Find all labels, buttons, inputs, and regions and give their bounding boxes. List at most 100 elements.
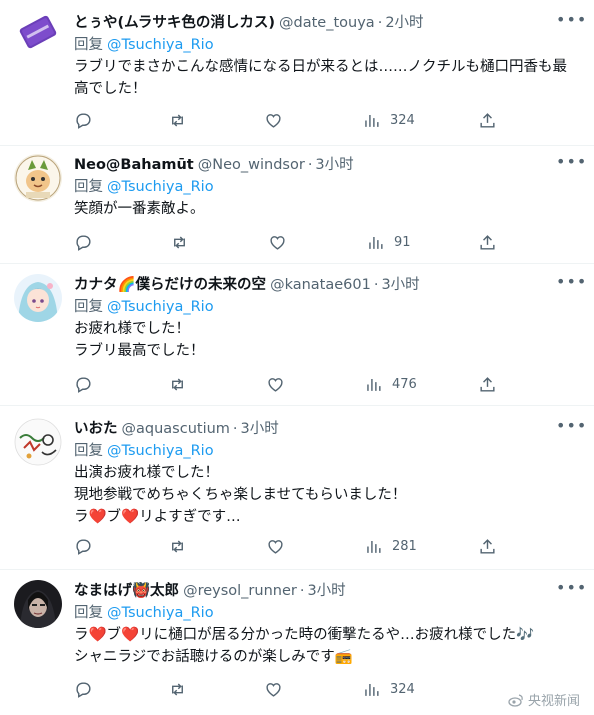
retweet-button[interactable] bbox=[168, 677, 187, 701]
retweet-button[interactable] bbox=[168, 108, 187, 132]
separator-dot: · bbox=[307, 157, 313, 173]
separator-dot: · bbox=[377, 15, 383, 31]
tweet-text-line: ラブリ最高でした！ bbox=[74, 343, 205, 359]
retweet-button[interactable] bbox=[168, 372, 187, 396]
tweet-text-line: ラ❤️ブ❤️リよすぎです… bbox=[74, 509, 241, 525]
reply-mention-link[interactable]: @Tsuchiya_Rio bbox=[107, 179, 214, 195]
share-button[interactable] bbox=[478, 534, 497, 558]
share-icon bbox=[480, 112, 495, 128]
reply-label: 回复 bbox=[74, 443, 103, 459]
reply-feed: とぅや(ムラサキ色の消しカス) @date_touya · 2小时 ••• 回复… bbox=[0, 0, 594, 715]
tweet-text: お疲れ様でした！ ラブリ最高でした！ bbox=[74, 318, 578, 362]
reply-context: 回复 @Tsuchiya_Rio bbox=[74, 34, 578, 56]
avatar[interactable] bbox=[14, 274, 62, 322]
view-count: 91 bbox=[394, 234, 411, 250]
views-button[interactable]: 324 bbox=[362, 677, 415, 701]
share-button[interactable] bbox=[478, 108, 497, 132]
retweet-icon bbox=[174, 235, 185, 249]
reply-icon bbox=[76, 538, 91, 555]
views-button[interactable]: 476 bbox=[364, 372, 417, 396]
share-button[interactable] bbox=[478, 372, 497, 396]
like-icon bbox=[270, 235, 285, 250]
like-button[interactable] bbox=[266, 372, 285, 396]
display-name[interactable]: カナタ🌈僕らだけの未来の空 bbox=[74, 274, 266, 296]
share-icon bbox=[480, 376, 495, 392]
tweet-text-line: ラブリでまさかこんな感情になる日が来るとは……ノクチルも樋口円香も最 bbox=[74, 59, 567, 75]
action-bar: 91 bbox=[74, 230, 504, 254]
tweet-1[interactable]: とぅや(ムラサキ色の消しカス) @date_touya · 2小时 ••• 回复… bbox=[0, 0, 594, 146]
timestamp[interactable]: 3小时 bbox=[307, 580, 345, 602]
display-name[interactable]: Neo@Bahamūt bbox=[74, 154, 194, 176]
watermark: 央视新闻 bbox=[508, 690, 580, 709]
timestamp[interactable]: 2小时 bbox=[385, 12, 423, 34]
retweet-icon bbox=[172, 113, 183, 127]
action-bar: 324 bbox=[74, 108, 504, 132]
display-name[interactable]: なまはげ👹太郎 bbox=[74, 580, 179, 602]
reply-mention-link[interactable]: @Tsuchiya_Rio bbox=[107, 605, 214, 621]
views-button[interactable]: 281 bbox=[364, 534, 417, 558]
anime-girl-avatar-icon bbox=[14, 274, 62, 322]
more-icon[interactable]: ••• bbox=[556, 580, 586, 602]
retweet-button[interactable] bbox=[168, 534, 187, 558]
user-handle[interactable]: @aquascutium bbox=[122, 418, 230, 440]
like-button[interactable] bbox=[268, 230, 287, 254]
retweet-button[interactable] bbox=[170, 230, 189, 254]
reply-label: 回复 bbox=[74, 179, 103, 195]
retweet-icon bbox=[172, 377, 183, 391]
like-button[interactable] bbox=[266, 534, 285, 558]
action-bar: 476 bbox=[74, 372, 504, 396]
views-button[interactable]: 324 bbox=[362, 108, 415, 132]
user-handle[interactable]: @Neo_windsor bbox=[198, 154, 305, 176]
views-icon bbox=[365, 114, 379, 127]
avatar[interactable] bbox=[14, 580, 62, 628]
user-handle[interactable]: @date_touya bbox=[279, 12, 375, 34]
reply-label: 回复 bbox=[74, 299, 103, 315]
user-handle[interactable]: @kanatae601 bbox=[270, 274, 371, 296]
user-handle[interactable]: @reysol_runner bbox=[183, 580, 297, 602]
tweet-text-line: ラ❤️ブ❤️リに樋口が居る分かった時の衝撃たるや…お疲れ様でした🎶 bbox=[74, 627, 535, 643]
tweet-text-line: お疲れ様でした！ bbox=[74, 321, 190, 337]
share-button[interactable] bbox=[478, 230, 497, 254]
tweet-text-line: 出演お疲れ様でした！ bbox=[74, 465, 219, 481]
reply-label: 回复 bbox=[74, 605, 103, 621]
tweet-text-line: 笑顔が一番素敵よ。 bbox=[74, 201, 205, 217]
reply-button[interactable] bbox=[74, 372, 93, 396]
display-name[interactable]: とぅや(ムラサキ色の消しカス) bbox=[74, 12, 275, 34]
reply-icon bbox=[76, 376, 91, 393]
reply-icon bbox=[76, 112, 91, 129]
tweet-text: 出演お疲れ様でした！ 現地参戦でめちゃくちゃ楽しませてもらいました！ ラ❤️ブ❤… bbox=[74, 462, 578, 528]
more-icon[interactable]: ••• bbox=[556, 12, 586, 34]
more-icon[interactable]: ••• bbox=[556, 274, 586, 296]
tweet-text: 笑顔が一番素敵よ。 bbox=[74, 198, 578, 220]
tweet-3[interactable]: カナタ🌈僕らだけの未来の空 @kanatae601 · 3小时 ••• 回复 @T… bbox=[0, 264, 594, 406]
views-icon bbox=[365, 683, 379, 696]
tweet-2[interactable]: Neo@Bahamūt @Neo_windsor · 3小时 ••• 回复 @Ts… bbox=[0, 146, 594, 264]
timestamp[interactable]: 3小时 bbox=[241, 418, 279, 440]
reply-mention-link[interactable]: @Tsuchiya_Rio bbox=[107, 443, 214, 459]
tweet-5[interactable]: なまはげ👹太郎 @reysol_runner · 3小时 ••• 回复 @Tsuc… bbox=[0, 570, 594, 715]
tweet-text-line: 現地参戦でめちゃくちゃ楽しませてもらいました！ bbox=[74, 487, 407, 503]
reply-mention-link[interactable]: @Tsuchiya_Rio bbox=[107, 299, 214, 315]
views-button[interactable]: 91 bbox=[366, 230, 411, 254]
more-icon[interactable]: ••• bbox=[556, 154, 586, 176]
like-icon bbox=[266, 682, 281, 697]
avatar[interactable] bbox=[14, 154, 62, 202]
views-icon bbox=[369, 236, 383, 249]
share-icon bbox=[480, 538, 495, 554]
reply-button[interactable] bbox=[74, 534, 93, 558]
avatar[interactable] bbox=[14, 418, 62, 466]
tweet-4[interactable]: いおた @aquascutium · 3小时 ••• 回复 @Tsuchiya_R… bbox=[0, 406, 594, 570]
reply-mention-link[interactable]: @Tsuchiya_Rio bbox=[107, 37, 214, 53]
reply-button[interactable] bbox=[74, 230, 93, 254]
reply-icon bbox=[76, 234, 91, 251]
share-icon bbox=[480, 234, 495, 250]
like-button[interactable] bbox=[264, 108, 283, 132]
reply-button[interactable] bbox=[74, 677, 93, 701]
avatar[interactable] bbox=[14, 8, 62, 56]
display-name[interactable]: いおた bbox=[74, 418, 118, 440]
reply-button[interactable] bbox=[74, 108, 93, 132]
more-icon[interactable]: ••• bbox=[556, 418, 586, 440]
timestamp[interactable]: 3小时 bbox=[315, 154, 353, 176]
timestamp[interactable]: 3小时 bbox=[381, 274, 419, 296]
like-button[interactable] bbox=[264, 677, 283, 701]
